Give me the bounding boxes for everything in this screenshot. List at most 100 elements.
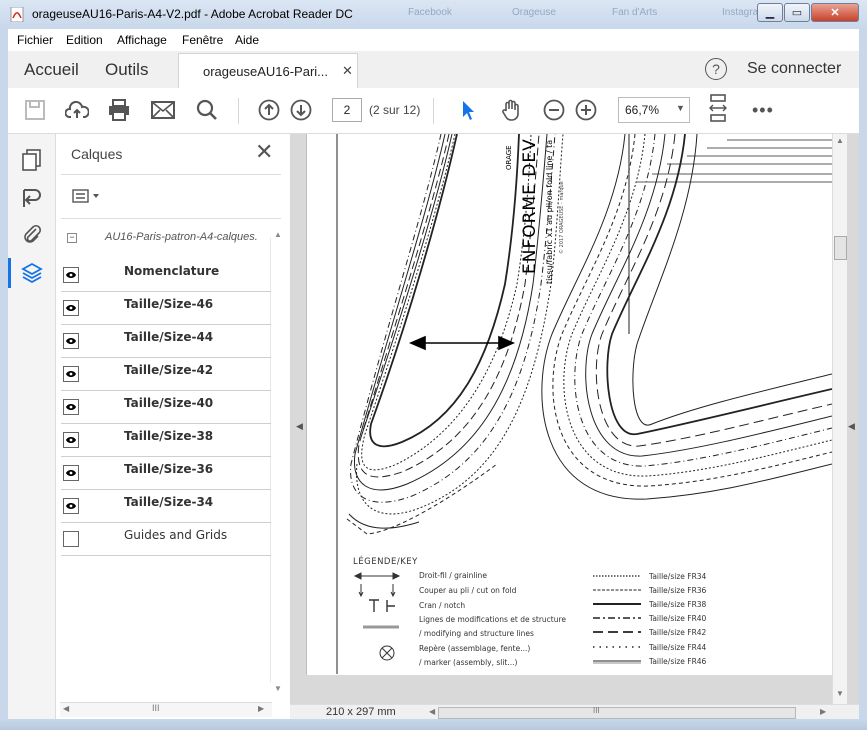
scroll-up-arrow-icon[interactable]: ▲	[836, 136, 844, 145]
zoom-dropdown[interactable]: 66,7% ▼	[618, 97, 690, 123]
close-tab-icon[interactable]: ✕	[342, 63, 353, 79]
size-item-42: Taille/size FR42	[648, 628, 707, 637]
layer-row[interactable]: Nomenclature	[61, 259, 271, 292]
key-item-marker: Repère (assemblage, fente...)	[419, 644, 530, 653]
tab-document-label: orageuseAU16-Pari...	[203, 64, 329, 79]
tab-document[interactable]: orageuseAU16-Pari... ✕	[178, 53, 358, 89]
window-title: orageuseAU16-Paris-A4-V2.pdf - Adobe Acr…	[32, 7, 353, 21]
scroll-down-arrow-icon[interactable]: ▼	[836, 689, 844, 698]
pattern-drawing: ENFORME DEV ORAGE tissu/fabric x1 au pli…	[336, 134, 832, 674]
page-number-input[interactable]: 2	[332, 98, 362, 122]
horizontal-scroll-thumb[interactable]: III	[438, 706, 796, 719]
scroll-up-arrow-icon[interactable]: ▲	[274, 230, 282, 239]
upload-cloud-icon[interactable]	[64, 98, 90, 122]
key-item-lines-en: / modifying and structure lines	[419, 629, 534, 638]
print-icon[interactable]	[106, 98, 132, 122]
zoom-in-icon[interactable]	[573, 98, 599, 122]
chevron-down-icon: ▼	[676, 103, 685, 113]
email-icon[interactable]	[150, 98, 176, 122]
scroll-right-arrow-icon[interactable]: ▶	[820, 707, 826, 716]
menu-affichage[interactable]: Affichage	[117, 33, 167, 47]
sign-in-link[interactable]: Se connecter	[747, 60, 841, 78]
size-item-36: Taille/size FR36	[648, 586, 707, 595]
document-viewport[interactable]: ◀ ◀ ENFORME DEV ORAGE tissu/fabric x1 au…	[290, 134, 859, 720]
scroll-down-arrow-icon[interactable]: ▼	[274, 684, 282, 693]
layer-row[interactable]: Taille/Size-34	[61, 490, 271, 523]
menu-bar: Fichier Edition Affichage Fenêtre Aide	[8, 29, 859, 52]
layer-options-button[interactable]	[72, 189, 102, 206]
menu-edition[interactable]: Edition	[66, 33, 103, 47]
panel-horizontal-scrollbar[interactable]: ◀ III ▶	[60, 702, 272, 717]
layer-row[interactable]: Taille/Size-44	[61, 325, 271, 358]
menu-aide[interactable]: Aide	[235, 33, 259, 47]
tab-outils[interactable]: Outils	[105, 60, 148, 80]
scroll-left-arrow-icon[interactable]: ◀	[429, 707, 435, 716]
key-item-fold: Couper au pli / cut on fold	[419, 586, 517, 595]
fit-page-icon[interactable]	[705, 94, 731, 122]
eye-visibility-icon[interactable]	[63, 399, 79, 415]
layers-icon[interactable]	[18, 259, 46, 287]
search-icon[interactable]	[194, 98, 220, 122]
maximize-button[interactable]: ▭	[784, 3, 810, 22]
ghost-tab-2: Orageuse	[512, 7, 556, 18]
scroll-right-arrow-icon[interactable]: ▶	[258, 704, 264, 713]
key-item-notch: Cran / notch	[419, 601, 465, 610]
collapse-left-panel-icon[interactable]: ◀	[296, 421, 303, 432]
page-thumbnails-icon[interactable]	[18, 146, 46, 174]
layer-row[interactable]: Taille/Size-46	[61, 292, 271, 325]
layer-name: Nomenclature	[124, 264, 220, 278]
scroll-thumb[interactable]	[834, 236, 847, 260]
layer-row[interactable]: Taille/Size-40	[61, 391, 271, 424]
size-item-40: Taille/size FR40	[648, 614, 707, 623]
close-window-button[interactable]: ✕	[811, 3, 859, 22]
zoom-out-icon[interactable]	[541, 98, 567, 122]
collapse-right-panel-icon[interactable]: ◀	[848, 421, 855, 432]
eye-visibility-icon[interactable]	[63, 432, 79, 448]
menu-fenetre[interactable]: Fenêtre	[182, 33, 223, 47]
tab-accueil[interactable]: Accueil	[24, 60, 79, 80]
layer-name: Taille/Size-40	[124, 396, 214, 410]
more-tools-icon[interactable]: •••	[752, 100, 774, 121]
page-count: (2 sur 12)	[369, 103, 421, 117]
size-item-44: Taille/size FR44	[648, 643, 707, 652]
size-item-46: Taille/size FR46	[648, 657, 707, 666]
select-cursor-icon[interactable]	[455, 98, 481, 122]
toolbar-separator	[238, 98, 239, 124]
vertical-scrollbar[interactable]: ▲ ▼	[832, 134, 847, 704]
left-nav-rail	[8, 134, 56, 719]
eye-visibility-icon[interactable]	[63, 267, 79, 283]
layer-name: Guides and Grids	[124, 528, 228, 542]
status-bar: 210 x 297 mm ◀ III ▶	[290, 704, 859, 720]
window-frame-bottom	[0, 719, 867, 730]
layer-row[interactable]: Taille/Size-36	[61, 457, 271, 490]
eye-visibility-icon[interactable]	[63, 300, 79, 316]
help-icon[interactable]: ?	[705, 58, 727, 80]
bookmarks-icon[interactable]	[18, 184, 46, 212]
collapse-toggle-icon[interactable]: −	[67, 233, 77, 243]
eye-visibility-icon[interactable]	[63, 366, 79, 382]
pattern-title: ENFORME DEV	[520, 138, 540, 274]
layer-name: Taille/Size-42	[124, 363, 214, 377]
panel-title: Calques	[71, 146, 123, 162]
layers-panel: Calques ✕ − AU16-Paris-patron-A4-calques…	[56, 134, 289, 719]
layer-name: Taille/Size-34	[124, 495, 214, 509]
layer-row[interactable]: Taille/Size-38	[61, 424, 271, 457]
page-size-label: 210 x 297 mm	[326, 706, 396, 718]
scroll-left-arrow-icon[interactable]: ◀	[63, 704, 69, 713]
previous-page-icon[interactable]	[256, 98, 282, 122]
layer-root-name: AU16-Paris-patron-A4-calques.	[105, 231, 258, 243]
visibility-checkbox[interactable]	[63, 531, 79, 547]
menu-fichier[interactable]: Fichier	[17, 33, 53, 47]
layer-row[interactable]: Taille/Size-42	[61, 358, 271, 391]
next-page-icon[interactable]	[288, 98, 314, 122]
layer-row[interactable]: Guides and Grids	[61, 523, 271, 556]
eye-visibility-icon[interactable]	[63, 333, 79, 349]
scroll-grip-icon[interactable]: III	[152, 703, 160, 713]
eye-visibility-icon[interactable]	[63, 465, 79, 481]
attachments-icon[interactable]	[18, 220, 46, 248]
save-icon[interactable]	[22, 98, 48, 122]
eye-visibility-icon[interactable]	[63, 498, 79, 514]
hand-tool-icon[interactable]	[498, 98, 524, 122]
minimize-button[interactable]: ▁	[757, 3, 783, 22]
close-panel-icon[interactable]: ✕	[255, 141, 273, 163]
